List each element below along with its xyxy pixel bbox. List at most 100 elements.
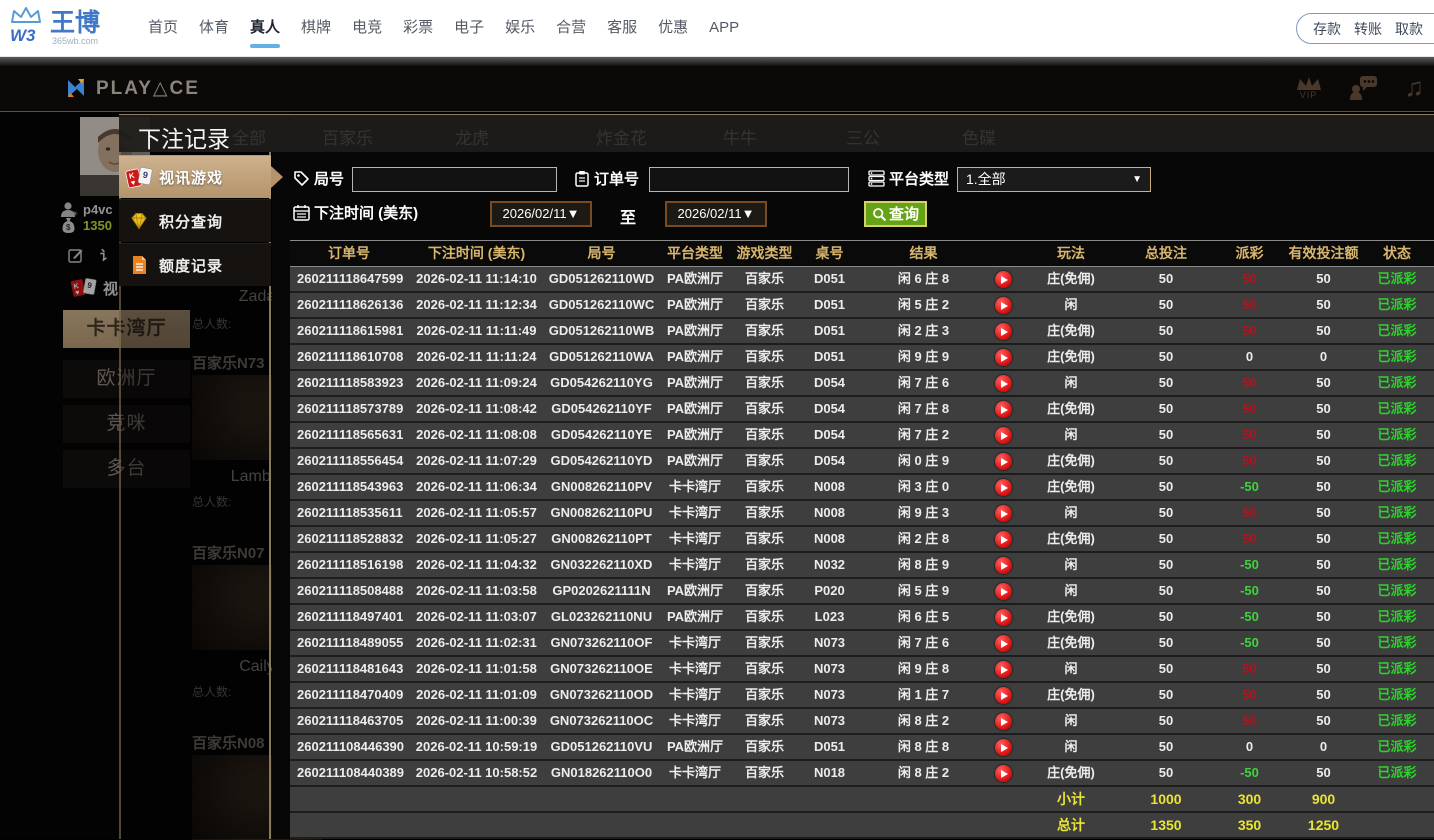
nav-item-11[interactable]: 优惠 bbox=[656, 0, 690, 56]
replay-play-icon[interactable] bbox=[995, 375, 1012, 392]
playace-logo: PLAY△CE bbox=[64, 76, 200, 100]
cell-table-no: N032 bbox=[797, 553, 862, 577]
replay-play-icon[interactable] bbox=[995, 739, 1012, 756]
cell-table-no: D054 bbox=[797, 371, 862, 395]
cell-order-no: 260211118528832 bbox=[290, 527, 408, 551]
cell-table-no: N008 bbox=[797, 475, 862, 499]
nav-item-9[interactable]: 合营 bbox=[554, 0, 588, 56]
cell-valid-bet: 50 bbox=[1287, 501, 1360, 525]
cell-total-bet: 50 bbox=[1120, 657, 1212, 681]
cell-game-type: 百家乐 bbox=[732, 683, 797, 707]
replay-play-icon[interactable] bbox=[995, 427, 1012, 444]
cell-replay bbox=[985, 631, 1022, 655]
replay-play-icon[interactable] bbox=[995, 401, 1012, 418]
replay-play-icon[interactable] bbox=[995, 609, 1012, 626]
nav-item-12[interactable]: APP bbox=[707, 0, 741, 56]
order-number-input[interactable] bbox=[649, 167, 849, 192]
cell-result: 闲 7 庄 8 bbox=[862, 397, 985, 421]
footer-valid-bet: 1250 bbox=[1287, 813, 1360, 837]
cell-payout: 50 bbox=[1212, 449, 1287, 473]
sidebar-item-1[interactable]: K♥9视讯游戏 bbox=[119, 155, 271, 198]
cell-round-no: GN008262110PT bbox=[545, 527, 658, 551]
replay-play-icon[interactable] bbox=[995, 271, 1012, 288]
cell-order-no: 260211118481643 bbox=[290, 657, 408, 681]
replay-play-icon[interactable] bbox=[995, 479, 1012, 496]
nav-item-1[interactable]: 首页 bbox=[146, 0, 180, 56]
replay-play-icon[interactable] bbox=[995, 713, 1012, 730]
cell-order-no: 260211118647599 bbox=[290, 267, 408, 291]
cell-round-no: GP0202621111N bbox=[545, 579, 658, 603]
cell-table-no: D051 bbox=[797, 293, 862, 317]
nav-item-5[interactable]: 电竞 bbox=[350, 0, 384, 56]
replay-play-icon[interactable] bbox=[995, 583, 1012, 600]
cell-round-no: GD054262110YE bbox=[545, 423, 658, 447]
replay-play-icon[interactable] bbox=[995, 661, 1012, 678]
nav-item-10[interactable]: 客服 bbox=[605, 0, 639, 56]
nav-item-2[interactable]: 体育 bbox=[197, 0, 231, 56]
cell-order-no: 260211118516198 bbox=[290, 553, 408, 577]
cell-result: 闲 1 庄 7 bbox=[862, 683, 985, 707]
nav-item-7[interactable]: 电子 bbox=[452, 0, 486, 56]
chat-icon[interactable] bbox=[1349, 75, 1379, 101]
nav-item-6[interactable]: 彩票 bbox=[401, 0, 435, 56]
music-icon[interactable] bbox=[1405, 72, 1425, 103]
cell-status: 已派彩 bbox=[1360, 579, 1434, 603]
cell-bet-time: 2026-02-11 11:12:34 bbox=[408, 293, 545, 317]
table-header-row: 订单号下注时间 (美东)局号平台类型游戏类型桌号结果玩法总投注派彩有效投注额状态 bbox=[290, 241, 1434, 267]
nav-item-8[interactable]: 娱乐 bbox=[503, 0, 537, 56]
replay-play-icon[interactable] bbox=[995, 531, 1012, 548]
col-header-table_no: 桌号 bbox=[797, 241, 862, 266]
table-row: 2602111186107082026-02-11 11:11:24GD0512… bbox=[290, 345, 1434, 371]
round-number-input[interactable] bbox=[352, 167, 557, 192]
date-from-picker[interactable]: 2026/02/11▼ bbox=[490, 201, 592, 227]
cell-game-type: 百家乐 bbox=[732, 371, 797, 395]
replay-play-icon[interactable] bbox=[995, 323, 1012, 340]
replay-play-icon[interactable] bbox=[995, 635, 1012, 652]
replay-play-icon[interactable] bbox=[995, 557, 1012, 574]
wallet-action-1[interactable]: 存款 bbox=[1313, 19, 1341, 39]
nav-item-3[interactable]: 真人 bbox=[248, 0, 282, 56]
platform-type-select[interactable]: 1.全部 ▼ bbox=[957, 167, 1151, 192]
cell-total-bet: 50 bbox=[1120, 761, 1212, 785]
wallet-action-3[interactable]: 取款 bbox=[1395, 19, 1423, 39]
background-tab-1: 全部 bbox=[232, 124, 266, 149]
platform-list-icon bbox=[868, 170, 885, 187]
cell-table-no: N008 bbox=[797, 527, 862, 551]
cell-empty bbox=[1360, 813, 1434, 837]
cell-platform: PA欧洲厅 bbox=[658, 605, 732, 629]
sidebar-item-3[interactable]: 额度记录 bbox=[119, 243, 271, 286]
subtotal-row: 小计1000300900 bbox=[290, 787, 1434, 813]
cell-status: 已派彩 bbox=[1360, 267, 1434, 291]
footer-valid-bet: 900 bbox=[1287, 787, 1360, 811]
background-tab-2: 百家乐 bbox=[322, 124, 373, 149]
frame-top-gradient bbox=[0, 57, 1434, 66]
date-to-picker[interactable]: 2026/02/11▼ bbox=[665, 201, 767, 227]
search-button[interactable]: 查询 bbox=[864, 201, 927, 227]
replay-play-icon[interactable] bbox=[995, 297, 1012, 314]
cell-play-type: 闲 bbox=[1022, 553, 1120, 577]
cell-platform: 卡卡湾厅 bbox=[658, 631, 732, 655]
background-tab-3: 龙虎 bbox=[455, 124, 489, 149]
sidebar-item-2[interactable]: 积分查询 bbox=[119, 199, 271, 242]
cell-bet-time: 2026-02-11 11:11:24 bbox=[408, 345, 545, 369]
provider-header: PLAY△CE VIP bbox=[0, 66, 1434, 112]
background-tab-7: 色碟 bbox=[962, 124, 996, 149]
table-row: 2602111185839232026-02-11 11:09:24GD0542… bbox=[290, 371, 1434, 397]
brand-logo[interactable]: W3 王博 365wb.com bbox=[8, 6, 100, 50]
wallet-action-2[interactable]: 转账 bbox=[1354, 19, 1382, 39]
cell-play-type: 闲 bbox=[1022, 293, 1120, 317]
cell-play-type: 庄(免佣) bbox=[1022, 449, 1120, 473]
replay-play-icon[interactable] bbox=[995, 687, 1012, 704]
table-row: 2602111184637052026-02-11 11:00:39GN0732… bbox=[290, 709, 1434, 735]
cell-payout: 50 bbox=[1212, 683, 1287, 707]
replay-play-icon[interactable] bbox=[995, 453, 1012, 470]
cell-round-no: GN073262110OD bbox=[545, 683, 658, 707]
nav-item-4[interactable]: 棋牌 bbox=[299, 0, 333, 56]
col-header-result: 结果 bbox=[862, 241, 985, 266]
vip-icon[interactable]: VIP bbox=[1295, 75, 1323, 100]
replay-play-icon[interactable] bbox=[995, 349, 1012, 366]
cell-platform: PA欧洲厅 bbox=[658, 579, 732, 603]
cell-empty bbox=[797, 813, 862, 837]
replay-play-icon[interactable] bbox=[995, 505, 1012, 522]
replay-play-icon[interactable] bbox=[995, 765, 1012, 782]
